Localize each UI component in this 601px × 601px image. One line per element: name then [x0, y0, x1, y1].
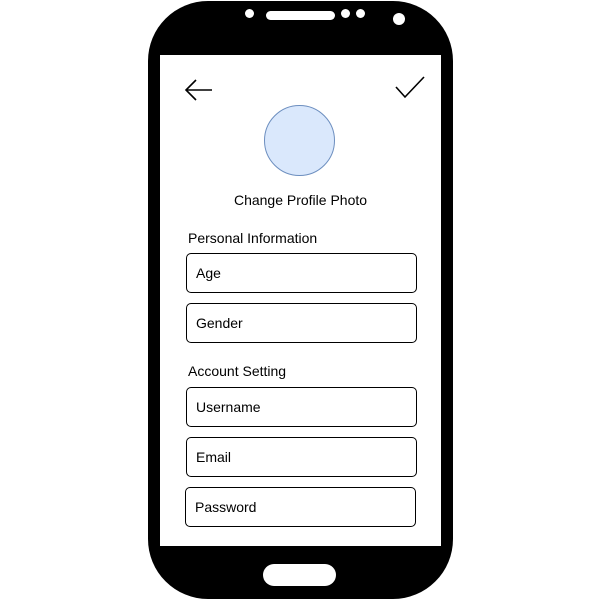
password-field-label: Password: [195, 499, 257, 515]
change-profile-photo-link[interactable]: Change Profile Photo: [160, 192, 441, 208]
home-button[interactable]: [263, 564, 336, 586]
email-field-label: Email: [196, 449, 232, 465]
gender-field-label: Gender: [196, 315, 243, 331]
account-setting-heading: Account Setting: [188, 363, 287, 379]
age-field[interactable]: Age: [186, 253, 417, 293]
sensor-icon: [341, 9, 350, 18]
password-field[interactable]: Password: [185, 487, 416, 527]
username-field-label: Username: [196, 399, 261, 415]
username-field[interactable]: Username: [186, 387, 417, 427]
earpiece-speaker: [266, 11, 335, 20]
personal-information-heading: Personal Information: [188, 230, 318, 246]
arrow-left-icon[interactable]: [184, 77, 214, 103]
sensor-icon: [356, 9, 365, 18]
email-field[interactable]: Email: [186, 437, 417, 477]
checkmark-icon[interactable]: [394, 75, 426, 101]
avatar[interactable]: [264, 105, 335, 176]
edit-profile-screen: Change Profile Photo Personal Informatio…: [160, 55, 441, 546]
camera-lens-icon: [393, 13, 405, 25]
front-camera-icon: [245, 9, 254, 18]
age-field-label: Age: [196, 265, 221, 281]
gender-field[interactable]: Gender: [186, 303, 417, 343]
